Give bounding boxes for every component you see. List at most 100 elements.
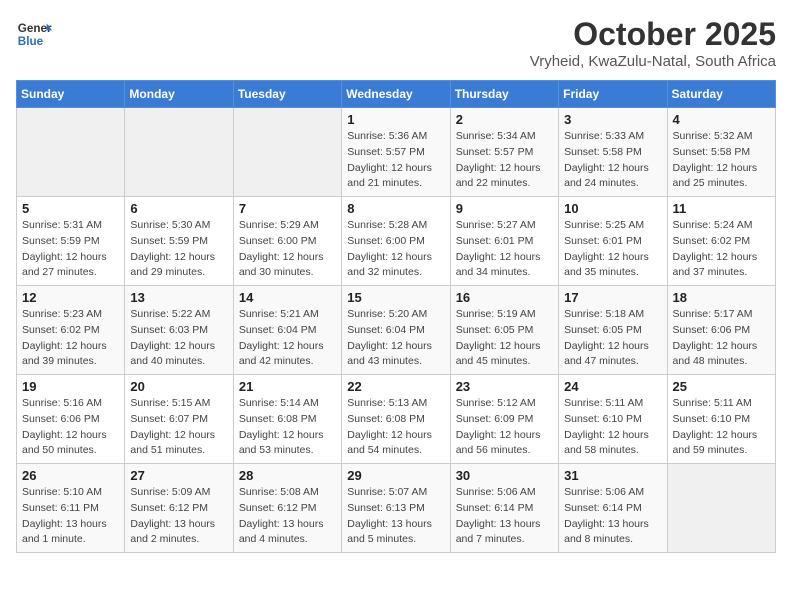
day-number: 24 xyxy=(564,379,661,394)
svg-text:Blue: Blue xyxy=(18,35,44,48)
day-number: 12 xyxy=(22,290,119,305)
calendar-cell: 21 Sunrise: 5:14 AMSunset: 6:08 PMDayligh… xyxy=(233,375,341,464)
day-number: 30 xyxy=(456,468,553,483)
calendar-cell: 16Sunrise: 5:19 AMSunset: 6:05 PMDayligh… xyxy=(450,286,558,375)
day-info: Sunrise: 5:16 AMSunset: 6:06 PMDaylight:… xyxy=(22,396,119,459)
day-number: 31 xyxy=(564,468,661,483)
day-number: 6 xyxy=(130,201,227,216)
day-number: 2 xyxy=(456,112,553,127)
calendar-week-3: 12 Sunrise: 5:23 AMSunset: 6:02 PMDayligh… xyxy=(17,286,776,375)
day-number: 9 xyxy=(456,201,553,216)
calendar-cell: 17Sunrise: 5:18 AMSunset: 6:05 PMDayligh… xyxy=(559,286,667,375)
calendar-week-4: 19 Sunrise: 5:16 AMSunset: 6:06 PMDayligh… xyxy=(17,375,776,464)
month-year-title: October 2025 xyxy=(530,16,776,53)
day-number: 28 xyxy=(239,468,336,483)
calendar-cell: 23 Sunrise: 5:12 AMSunset: 6:09 PMDayligh… xyxy=(450,375,558,464)
day-number: 7 xyxy=(239,201,336,216)
day-number: 15 xyxy=(347,290,444,305)
logo-icon: General Blue xyxy=(16,16,52,52)
day-info: Sunrise: 5:17 AMSunset: 6:06 PMDaylight:… xyxy=(673,307,770,370)
col-header-saturday: Saturday xyxy=(667,81,775,108)
day-number: 13 xyxy=(130,290,227,305)
calendar-cell: 2 Sunrise: 5:34 AMSunset: 5:57 PMDaylight… xyxy=(450,108,558,197)
day-info: Sunrise: 5:15 AMSunset: 6:07 PMDaylight:… xyxy=(130,396,227,459)
day-info: Sunrise: 5:06 AMSunset: 6:14 PMDaylight:… xyxy=(456,485,553,548)
day-info: Sunrise: 5:21 AMSunset: 6:04 PMDaylight:… xyxy=(239,307,336,370)
day-number: 4 xyxy=(673,112,770,127)
day-number: 11 xyxy=(673,201,770,216)
day-info: Sunrise: 5:27 AMSunset: 6:01 PMDaylight:… xyxy=(456,218,553,281)
calendar-cell: 25Sunrise: 5:11 AMSunset: 6:10 PMDayligh… xyxy=(667,375,775,464)
calendar-week-5: 26Sunrise: 5:10 AMSunset: 6:11 PMDayligh… xyxy=(17,464,776,553)
day-info: Sunrise: 5:10 AMSunset: 6:11 PMDaylight:… xyxy=(22,485,119,548)
day-info: Sunrise: 5:23 AMSunset: 6:02 PMDaylight:… xyxy=(22,307,119,370)
calendar-cell: 4 Sunrise: 5:32 AMSunset: 5:58 PMDaylight… xyxy=(667,108,775,197)
day-number: 18 xyxy=(673,290,770,305)
calendar-body: 1Sunrise: 5:36 AMSunset: 5:57 PMDaylight… xyxy=(17,108,776,553)
day-number: 27 xyxy=(130,468,227,483)
calendar-cell xyxy=(125,108,233,197)
day-info: Sunrise: 5:36 AMSunset: 5:57 PMDaylight:… xyxy=(347,129,444,192)
col-header-thursday: Thursday xyxy=(450,81,558,108)
day-info: Sunrise: 5:19 AMSunset: 6:05 PMDaylight:… xyxy=(456,307,553,370)
day-number: 5 xyxy=(22,201,119,216)
day-info: Sunrise: 5:13 AMSunset: 6:08 PMDaylight:… xyxy=(347,396,444,459)
col-header-sunday: Sunday xyxy=(17,81,125,108)
calendar-cell: 20 Sunrise: 5:15 AMSunset: 6:07 PMDayligh… xyxy=(125,375,233,464)
day-number: 29 xyxy=(347,468,444,483)
calendar-cell: 14Sunrise: 5:21 AMSunset: 6:04 PMDayligh… xyxy=(233,286,341,375)
calendar-cell: 24 Sunrise: 5:11 AMSunset: 6:10 PMDayligh… xyxy=(559,375,667,464)
calendar-week-2: 5 Sunrise: 5:31 AMSunset: 5:59 PMDaylight… xyxy=(17,197,776,286)
calendar-cell xyxy=(17,108,125,197)
day-headers-row: SundayMondayTuesdayWednesdayThursdayFrid… xyxy=(17,81,776,108)
day-info: Sunrise: 5:29 AMSunset: 6:00 PMDaylight:… xyxy=(239,218,336,281)
day-info: Sunrise: 5:24 AMSunset: 6:02 PMDaylight:… xyxy=(673,218,770,281)
calendar-table: SundayMondayTuesdayWednesdayThursdayFrid… xyxy=(16,80,776,553)
day-number: 10 xyxy=(564,201,661,216)
day-info: Sunrise: 5:08 AMSunset: 6:12 PMDaylight:… xyxy=(239,485,336,548)
day-number: 3 xyxy=(564,112,661,127)
calendar-cell: 15 Sunrise: 5:20 AMSunset: 6:04 PMDayligh… xyxy=(342,286,450,375)
day-info: Sunrise: 5:32 AMSunset: 5:58 PMDaylight:… xyxy=(673,129,770,192)
calendar-cell: 7 Sunrise: 5:29 AMSunset: 6:00 PMDaylight… xyxy=(233,197,341,286)
calendar-cell: 26Sunrise: 5:10 AMSunset: 6:11 PMDayligh… xyxy=(17,464,125,553)
day-info: Sunrise: 5:06 AMSunset: 6:14 PMDaylight:… xyxy=(564,485,661,548)
day-number: 20 xyxy=(130,379,227,394)
day-info: Sunrise: 5:25 AMSunset: 6:01 PMDaylight:… xyxy=(564,218,661,281)
day-info: Sunrise: 5:22 AMSunset: 6:03 PMDaylight:… xyxy=(130,307,227,370)
day-info: Sunrise: 5:11 AMSunset: 6:10 PMDaylight:… xyxy=(564,396,661,459)
col-header-tuesday: Tuesday xyxy=(233,81,341,108)
calendar-cell: 22 Sunrise: 5:13 AMSunset: 6:08 PMDayligh… xyxy=(342,375,450,464)
calendar-week-1: 1Sunrise: 5:36 AMSunset: 5:57 PMDaylight… xyxy=(17,108,776,197)
day-info: Sunrise: 5:12 AMSunset: 6:09 PMDaylight:… xyxy=(456,396,553,459)
calendar-cell: 28 Sunrise: 5:08 AMSunset: 6:12 PMDayligh… xyxy=(233,464,341,553)
calendar-cell: 18 Sunrise: 5:17 AMSunset: 6:06 PMDayligh… xyxy=(667,286,775,375)
calendar-cell: 13 Sunrise: 5:22 AMSunset: 6:03 PMDayligh… xyxy=(125,286,233,375)
calendar-header: SundayMondayTuesdayWednesdayThursdayFrid… xyxy=(17,81,776,108)
day-number: 21 xyxy=(239,379,336,394)
calendar-cell xyxy=(233,108,341,197)
calendar-cell: 19 Sunrise: 5:16 AMSunset: 6:06 PMDayligh… xyxy=(17,375,125,464)
location-subtitle: Vryheid, KwaZulu-Natal, South Africa xyxy=(530,53,776,70)
page-header: General Blue October 2025 Vryheid, KwaZu… xyxy=(16,16,776,70)
calendar-cell: 30 Sunrise: 5:06 AMSunset: 6:14 PMDayligh… xyxy=(450,464,558,553)
col-header-wednesday: Wednesday xyxy=(342,81,450,108)
calendar-cell: 8 Sunrise: 5:28 AMSunset: 6:00 PMDaylight… xyxy=(342,197,450,286)
day-info: Sunrise: 5:20 AMSunset: 6:04 PMDaylight:… xyxy=(347,307,444,370)
day-info: Sunrise: 5:11 AMSunset: 6:10 PMDaylight:… xyxy=(673,396,770,459)
day-number: 23 xyxy=(456,379,553,394)
day-info: Sunrise: 5:14 AMSunset: 6:08 PMDaylight:… xyxy=(239,396,336,459)
day-number: 22 xyxy=(347,379,444,394)
day-info: Sunrise: 5:30 AMSunset: 5:59 PMDaylight:… xyxy=(130,218,227,281)
calendar-cell xyxy=(667,464,775,553)
day-info: Sunrise: 5:28 AMSunset: 6:00 PMDaylight:… xyxy=(347,218,444,281)
day-info: Sunrise: 5:09 AMSunset: 6:12 PMDaylight:… xyxy=(130,485,227,548)
calendar-cell: 10 Sunrise: 5:25 AMSunset: 6:01 PMDayligh… xyxy=(559,197,667,286)
day-number: 19 xyxy=(22,379,119,394)
calendar-cell: 27 Sunrise: 5:09 AMSunset: 6:12 PMDayligh… xyxy=(125,464,233,553)
day-number: 17 xyxy=(564,290,661,305)
day-info: Sunrise: 5:31 AMSunset: 5:59 PMDaylight:… xyxy=(22,218,119,281)
day-info: Sunrise: 5:34 AMSunset: 5:57 PMDaylight:… xyxy=(456,129,553,192)
calendar-cell: 12 Sunrise: 5:23 AMSunset: 6:02 PMDayligh… xyxy=(17,286,125,375)
day-number: 8 xyxy=(347,201,444,216)
